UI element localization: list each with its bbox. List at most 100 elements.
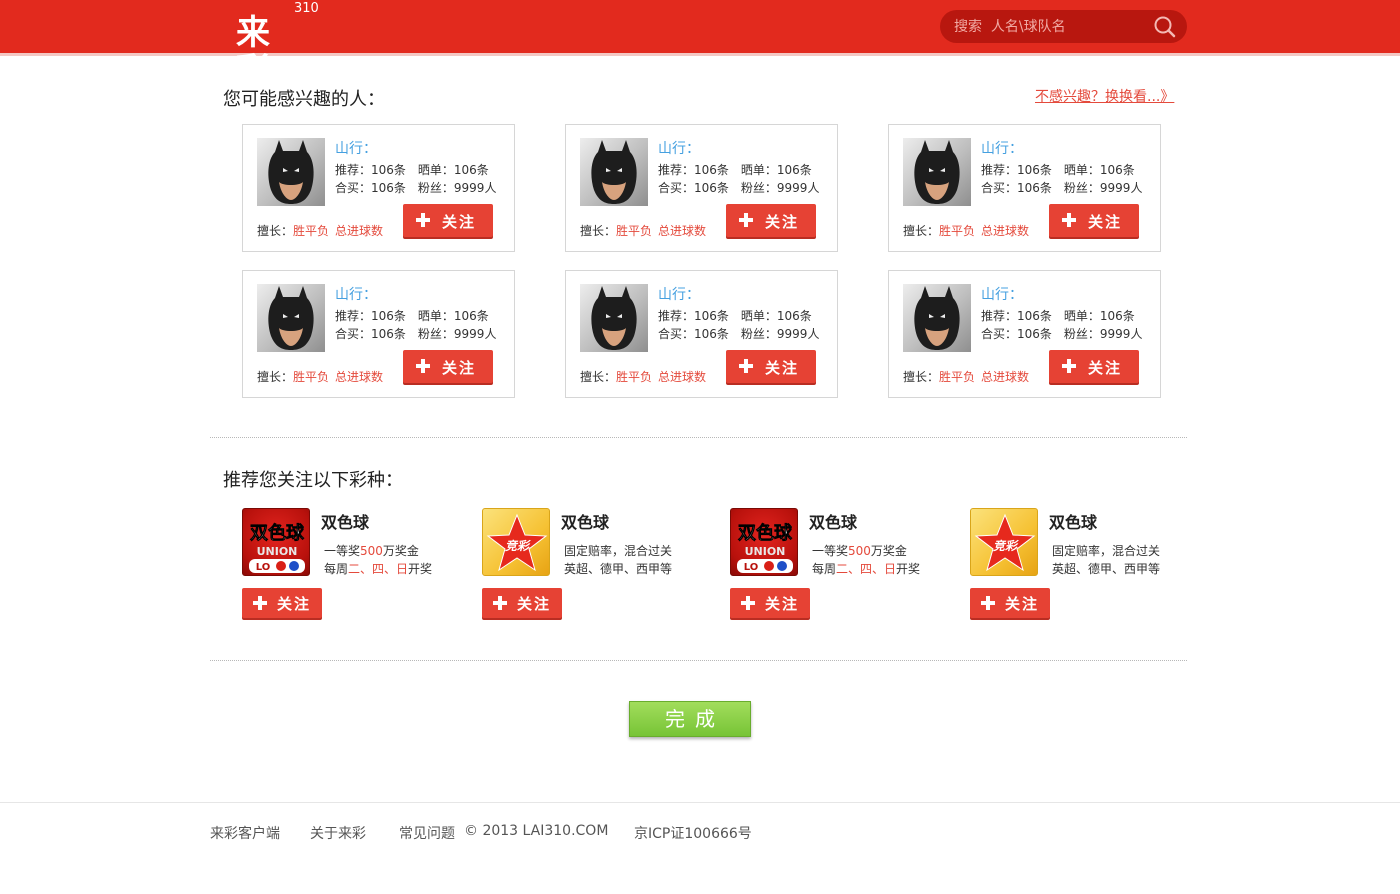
stat-line: 推荐：106条 晒单：106条 bbox=[981, 161, 1147, 178]
lottery-name[interactable]: 双色球 bbox=[321, 509, 369, 533]
expertise-tag[interactable]: 总进球数 bbox=[658, 370, 706, 384]
person-name[interactable]: 山行： bbox=[981, 138, 1023, 158]
follow-label: 关注 bbox=[1088, 213, 1123, 231]
expertise-tag[interactable]: 胜平负 bbox=[939, 370, 975, 384]
avatar[interactable] bbox=[580, 284, 648, 352]
lottery-name[interactable]: 双色球 bbox=[561, 509, 609, 533]
expertise-tag[interactable]: 胜平负 bbox=[616, 224, 652, 238]
lottery-desc-line: 英超、德甲、西甲等 bbox=[564, 560, 672, 577]
svg-text:UNION: UNION bbox=[745, 545, 786, 558]
footer-about-link[interactable]: 关于来彩 bbox=[310, 823, 366, 843]
show-count: 晒单：106条 bbox=[1063, 163, 1135, 177]
show-count: 晒单：106条 bbox=[1063, 309, 1135, 323]
expertise: 擅长：胜平负 总进球数 bbox=[257, 222, 389, 239]
batman-mask-icon bbox=[268, 286, 314, 350]
avatar[interactable] bbox=[257, 138, 325, 206]
lottery-name[interactable]: 双色球 bbox=[1049, 509, 1097, 533]
avatar[interactable] bbox=[903, 284, 971, 352]
svg-text:LO: LO bbox=[744, 562, 759, 573]
expertise-tag[interactable]: 总进球数 bbox=[658, 224, 706, 238]
follow-button[interactable]: 关注 bbox=[403, 350, 493, 383]
expertise-tag[interactable]: 总进球数 bbox=[335, 224, 383, 238]
jingcai-star-icon[interactable]: 竞彩 bbox=[482, 508, 550, 576]
expertise-tag[interactable]: 胜平负 bbox=[939, 224, 975, 238]
follow-button[interactable]: 关注 bbox=[726, 204, 816, 237]
footer-icp: 京ICP证100666号 bbox=[634, 826, 752, 842]
follow-button[interactable]: 关注 bbox=[1049, 204, 1139, 237]
follow-button[interactable]: 关注 bbox=[726, 350, 816, 383]
desc-text: 开奖 bbox=[896, 562, 921, 576]
lottery-name[interactable]: 双色球 bbox=[809, 509, 857, 533]
lottery-desc-line: 英超、德甲、西甲等 bbox=[1052, 560, 1160, 577]
batman-mask-icon bbox=[914, 286, 960, 350]
footer: 来彩客户端 关于来彩 常见问题 © 2013 LAI310.COM 京ICP证1… bbox=[0, 802, 1400, 894]
desc-text: 英超、德甲、西甲等 bbox=[1052, 562, 1161, 576]
fans-count: 粉丝：9999人 bbox=[1063, 181, 1143, 195]
expertise: 擅长：胜平负 总进球数 bbox=[257, 368, 389, 385]
stat-line: 推荐：106条 晒单：106条 bbox=[658, 161, 824, 178]
plus-icon bbox=[741, 596, 755, 610]
stat-line: 推荐：106条 晒单：106条 bbox=[658, 307, 824, 324]
show-count: 晒单：106条 bbox=[740, 163, 812, 177]
union-lotto-icon[interactable]: 双色球 UNION LO bbox=[242, 508, 310, 576]
lottery-desc-line: 每周二、四、日开奖 bbox=[324, 560, 432, 577]
change-people-link[interactable]: 不感兴趣？换换看...》 bbox=[1035, 86, 1174, 106]
avatar[interactable] bbox=[257, 284, 325, 352]
lottery-item: 竞彩 双色球 固定赔率，混合过关 英超、德甲、西甲等 关注 bbox=[970, 508, 1210, 623]
stat-line: 合买：106条 粉丝：9999人 bbox=[335, 179, 508, 196]
desc-text: 万奖金 bbox=[870, 544, 907, 558]
desc-highlight: 二、四、日 bbox=[348, 562, 409, 576]
person-card: 山行： 推荐：106条 晒单：106条 合买：106条 粉丝：9999人 擅长：胜平… bbox=[888, 270, 1161, 398]
follow-label: 关注 bbox=[517, 595, 552, 613]
search-input[interactable] bbox=[954, 16, 1144, 37]
expertise-tag[interactable]: 胜平负 bbox=[616, 370, 652, 384]
fans-count: 粉丝：9999人 bbox=[417, 327, 497, 341]
avatar[interactable] bbox=[903, 138, 971, 206]
expertise-tag[interactable]: 胜平负 bbox=[293, 224, 329, 238]
svg-text:竞彩: 竞彩 bbox=[993, 539, 1019, 553]
person-name[interactable]: 山行： bbox=[335, 138, 377, 158]
jingcai-star-icon[interactable]: 竞彩 bbox=[970, 508, 1038, 576]
follow-button[interactable]: 关注 bbox=[970, 588, 1050, 618]
person-name[interactable]: 山行： bbox=[658, 138, 700, 158]
search-box bbox=[940, 10, 1187, 43]
plus-icon bbox=[1062, 213, 1076, 227]
follow-button[interactable]: 关注 bbox=[242, 588, 322, 618]
expertise-tag[interactable]: 总进球数 bbox=[981, 370, 1029, 384]
lottery-desc-line: 一等奖500万奖金 bbox=[324, 542, 419, 559]
top-header: 来彩 310 bbox=[0, 0, 1400, 90]
person-name[interactable]: 山行： bbox=[658, 284, 700, 304]
desc-text: 一等奖 bbox=[324, 544, 361, 558]
recommend-count: 推荐：106条 bbox=[335, 163, 406, 177]
person-name[interactable]: 山行： bbox=[981, 284, 1023, 304]
desc-highlight: 二、四、日 bbox=[836, 562, 897, 576]
desc-text: 英超、德甲、西甲等 bbox=[564, 562, 673, 576]
search-icon[interactable] bbox=[1152, 14, 1178, 40]
follow-button[interactable]: 关注 bbox=[1049, 350, 1139, 383]
fans-count: 粉丝：9999人 bbox=[1063, 327, 1143, 341]
follow-button[interactable]: 关注 bbox=[482, 588, 562, 618]
stat-line: 合买：106条 粉丝：9999人 bbox=[335, 325, 508, 342]
logo-text: 来彩 bbox=[236, 13, 270, 91]
joint-count: 合买：106条 bbox=[658, 327, 729, 341]
union-lotto-icon[interactable]: 双色球 UNION LO bbox=[730, 508, 798, 576]
follow-button[interactable]: 关注 bbox=[403, 204, 493, 237]
expertise-tag[interactable]: 总进球数 bbox=[335, 370, 383, 384]
recommend-count: 推荐：106条 bbox=[981, 163, 1052, 177]
follow-button[interactable]: 关注 bbox=[730, 588, 810, 618]
expertise-tag[interactable]: 胜平负 bbox=[293, 370, 329, 384]
footer-client-link[interactable]: 来彩客户端 bbox=[210, 823, 280, 843]
expertise-label: 擅长： bbox=[257, 224, 294, 238]
desc-text: 一等奖 bbox=[812, 544, 849, 558]
person-name[interactable]: 山行： bbox=[335, 284, 377, 304]
footer-faq-link[interactable]: 常见问题 bbox=[399, 823, 455, 843]
expertise-tag[interactable]: 总进球数 bbox=[981, 224, 1029, 238]
svg-text:UNION: UNION bbox=[257, 545, 298, 558]
done-button[interactable]: 完成 bbox=[629, 701, 751, 737]
avatar[interactable] bbox=[580, 138, 648, 206]
stat-line: 合买：106条 粉丝：9999人 bbox=[981, 325, 1154, 342]
stat-line: 推荐：106条 晒单：106条 bbox=[335, 307, 501, 324]
follow-label: 关注 bbox=[765, 213, 800, 231]
joint-count: 合买：106条 bbox=[981, 181, 1052, 195]
lottery-item: 双色球 UNION LO 双色球 一等奖500万奖金 每周二、四、日开奖 关注 bbox=[242, 508, 482, 623]
